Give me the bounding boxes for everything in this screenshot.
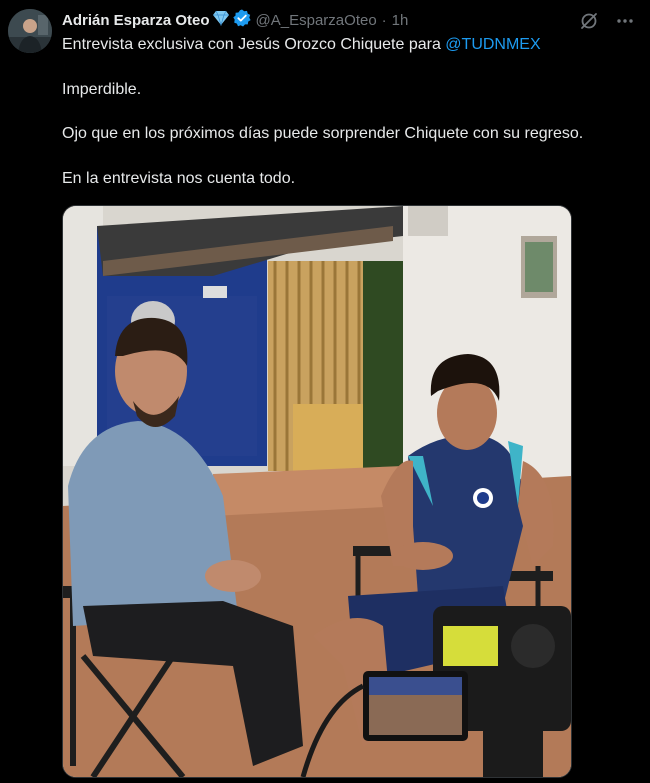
tweet-media-photo[interactable] [62, 205, 572, 778]
separator-dot: · [381, 11, 387, 29]
avatar[interactable] [8, 9, 52, 53]
tweet-actions [578, 10, 636, 32]
author-name[interactable]: Adrián Esparza Oteo [62, 12, 210, 29]
tweet-header: Adrián Esparza Oteo @A_EsparzaOteo · 1h [62, 8, 408, 32]
tweet-line-4: En la entrevista nos cuenta todo. [62, 170, 296, 187]
mention-link[interactable]: @TUDNMEX [445, 36, 540, 53]
tweet-line-2: Imperdible. [62, 81, 142, 98]
more-options-icon[interactable] [614, 10, 636, 32]
diamond-icon [212, 10, 230, 30]
tweet-line-1: Entrevista exclusiva con Jesús Orozco Ch… [62, 34, 541, 56]
verified-badge-icon[interactable] [232, 9, 251, 31]
tweet-line-3: Ojo que en los próximos días puede sorpr… [62, 125, 584, 142]
author-handle[interactable]: @A_EsparzaOteo [256, 12, 377, 29]
grok-icon[interactable] [578, 10, 600, 32]
tweet: Adrián Esparza Oteo @A_EsparzaOteo · 1h [0, 0, 650, 783]
tweet-timestamp[interactable]: 1h [392, 12, 409, 29]
interview-photo [63, 206, 571, 777]
avatar-image [8, 9, 52, 53]
tweet-line-1-text: Entrevista exclusiva con Jesús Orozco Ch… [62, 36, 446, 53]
